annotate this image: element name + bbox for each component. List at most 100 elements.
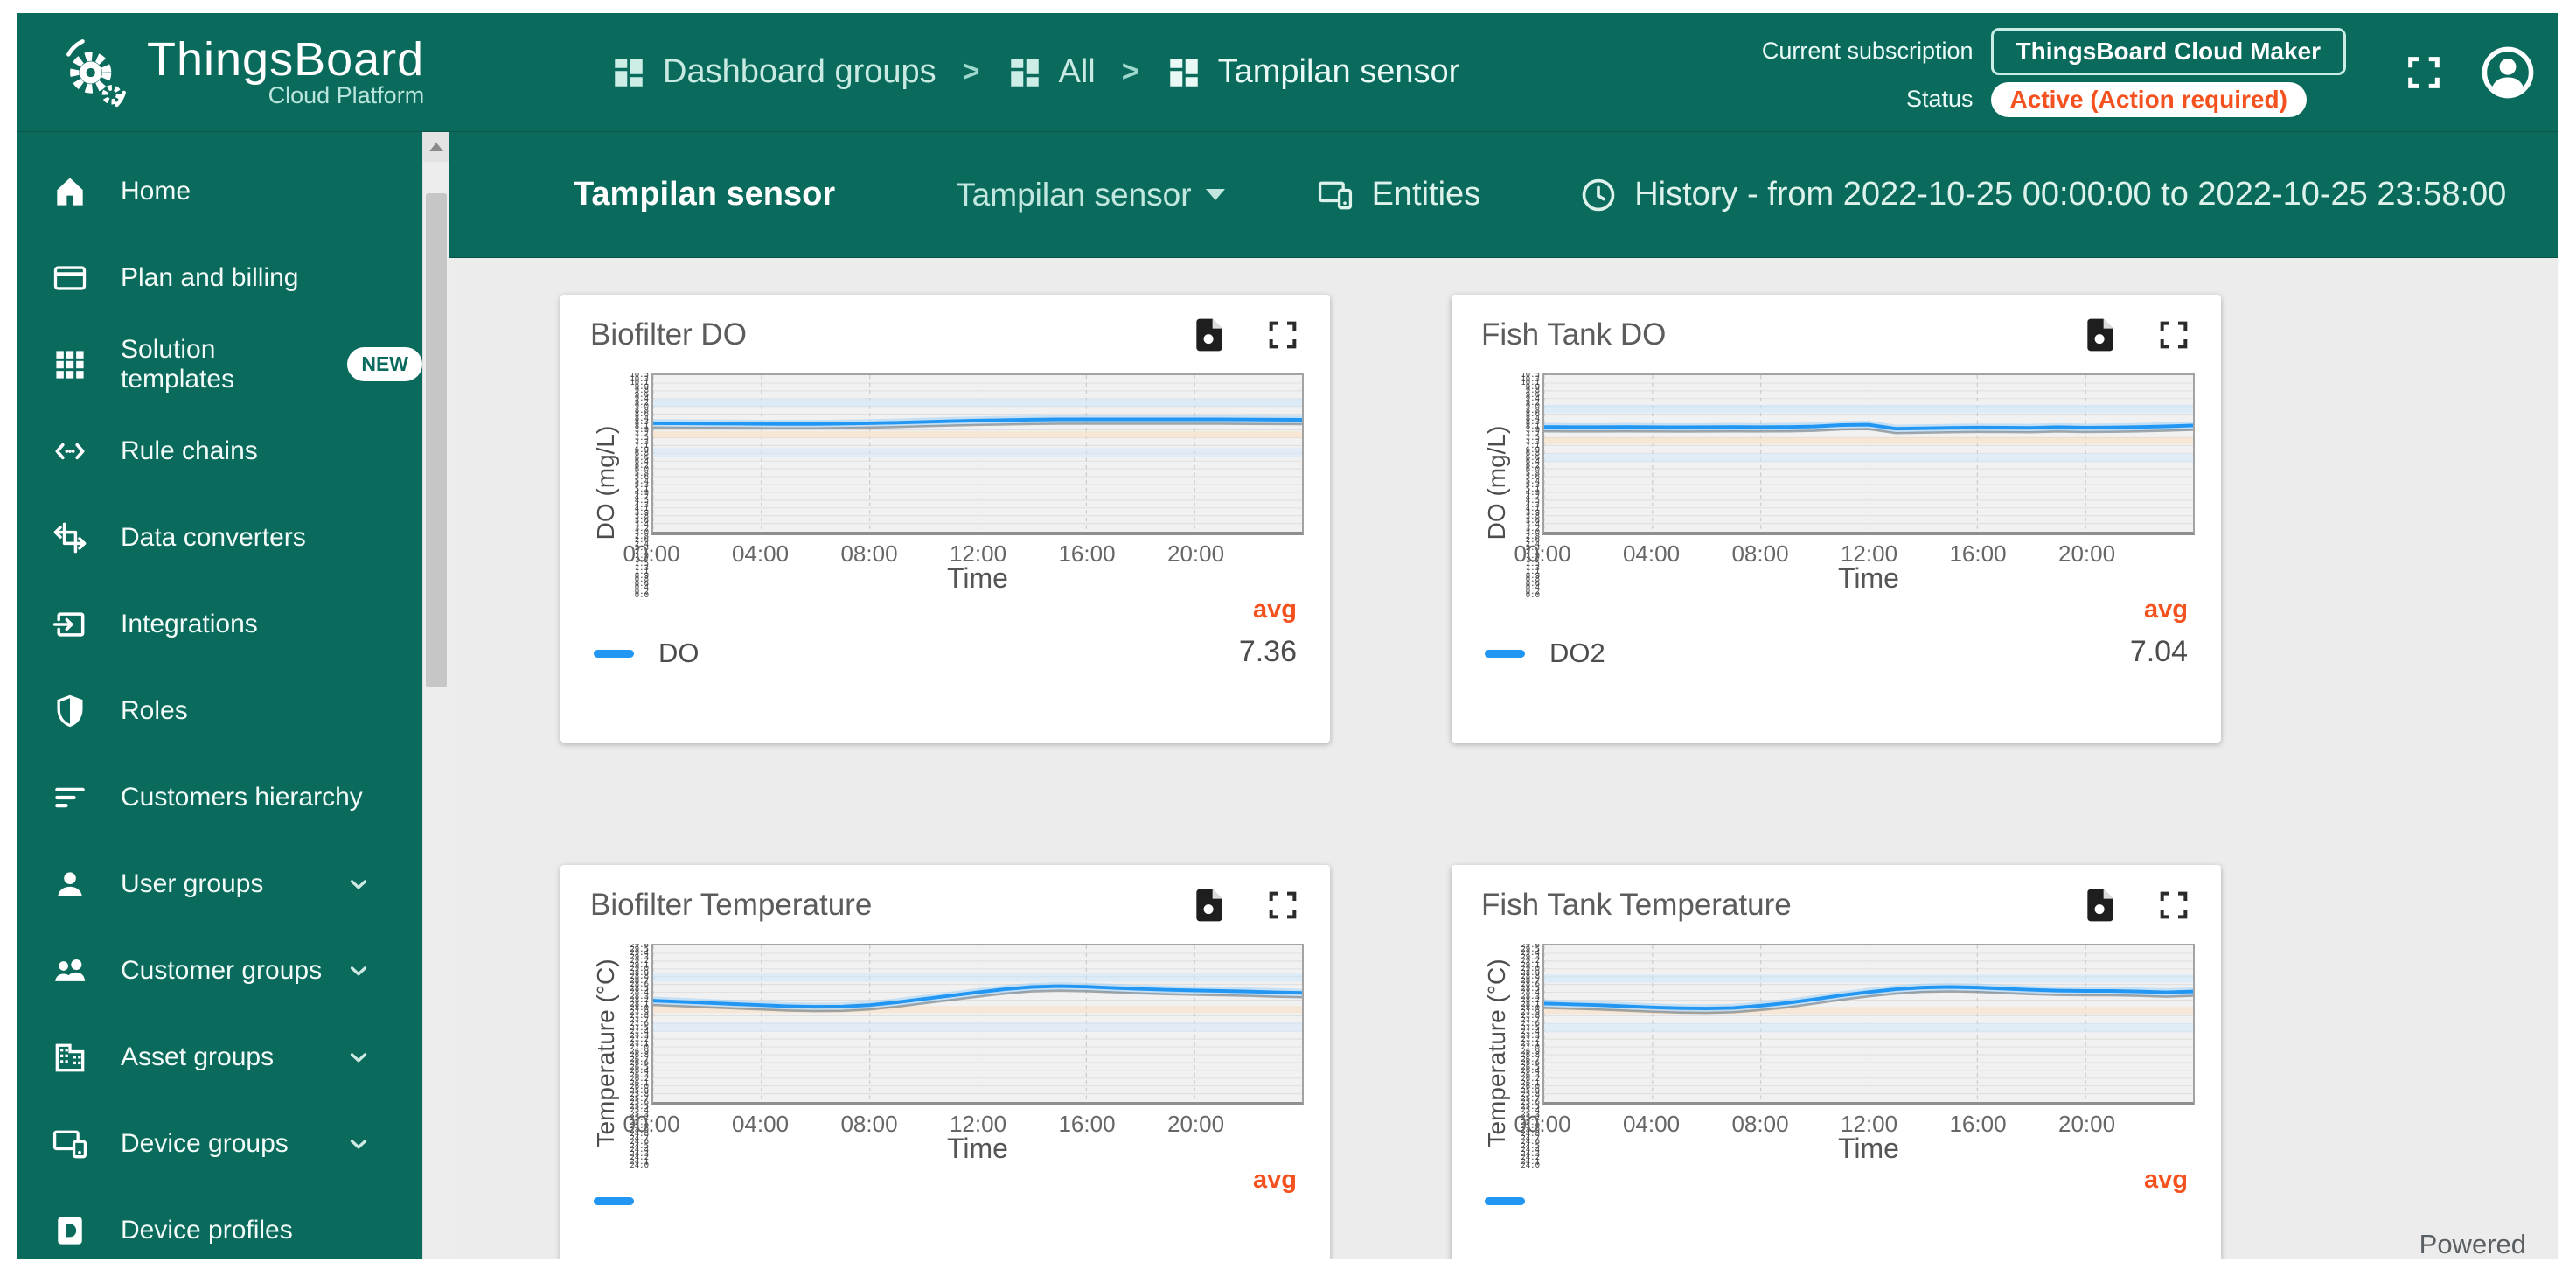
plot-canvas[interactable] [651,944,1304,1105]
home-icon [57,177,83,206]
x-tick-label: 04:00 [731,1110,790,1137]
chevron-down-icon[interactable] [345,1044,372,1070]
expand-widget-button[interactable] [1265,317,1300,352]
logo: ThingsBoard Cloud Platform [17,32,533,113]
plot-area: 00:00 04:00 08:00 12:00 16:00 20:00 Time [1514,373,2195,594]
sidebar-item-asset-groups[interactable]: Asset groups [17,1014,422,1100]
y-axis-label: Temperature (°C) [1483,959,1510,1147]
chart-legend: DO2 avg 7.04 [1478,596,2195,669]
x-tick-label: 20:00 [1166,1110,1225,1137]
main-area: Tampilan sensor Tampilan sensor Entities… [449,132,2558,1259]
scrollbar-up-arrow-icon[interactable] [423,132,449,162]
x-tick-label: 16:00 [1949,540,2007,567]
sidebar: Home Plan and billing Solution templates… [17,132,422,1259]
sidebar-item-roles[interactable]: Roles [17,667,422,754]
avg-value: 7.36 [1238,635,1297,668]
x-tick-label: 00:00 [623,1110,680,1137]
export-widget-button[interactable] [1190,316,1229,354]
sidebar-item-label: Solution templates [121,334,235,394]
status-label: Status [1905,86,1974,112]
sidebar-item-device-profiles[interactable]: Device profiles [17,1187,422,1259]
sidebar-item-label: Data converters [121,522,306,552]
widget-fish-tank-temperature: Fish Tank Temperature Temperature (°C) 2… [1452,865,2221,1259]
subscription-plan-button[interactable]: ThingsBoard Cloud Maker [1990,27,2346,75]
expand-widget-button[interactable] [2156,317,2191,352]
series-color-dash [594,649,634,658]
x-axis-ticks: 00:00 04:00 08:00 12:00 16:00 20:00 [623,1111,1304,1137]
breadcrumb-tampilan-sensor[interactable]: Tampilan sensor [1166,53,1459,91]
widget-actions [2081,316,2191,354]
sidebar-item-plan-and-billing[interactable]: Plan and billing [17,234,422,321]
asset-groups-icon [55,1043,85,1071]
timewindow-button[interactable]: History - from 2022-10-25 00:00:00 to 20… [1578,175,2506,215]
legend-series[interactable] [594,1197,658,1205]
legend-aggregation: avg [2144,1166,2188,1205]
sidebar-scrollbar[interactable] [422,132,449,1259]
chevron-down-icon[interactable] [345,1131,372,1157]
widget-title: Biofilter Temperature [590,888,873,922]
avg-label: avg [1253,596,1297,624]
user-avatar[interactable] [2481,45,2535,100]
powered-by-link[interactable]: Powered [2419,1229,2526,1259]
x-tick-label: 16:00 [1058,1110,1116,1137]
plot-canvas[interactable] [1542,373,2195,535]
sidebar-item-data-converters[interactable]: Data converters [17,494,422,581]
legend-series[interactable]: DO2 [1485,638,1605,669]
x-tick-label: 08:00 [840,540,898,567]
plot-area: 00:00 04:00 08:00 12:00 16:00 20:00 Time [623,373,1304,594]
legend-aggregation: avg [1253,1166,1297,1205]
plot-canvas[interactable] [651,373,1304,535]
caret-down-icon [1205,189,1225,200]
series-name: DO [658,638,700,668]
x-tick-label: 04:00 [731,540,790,567]
y-axis-label: DO (mg/L) [592,425,619,540]
widget-header: Fish Tank DO [1478,316,2195,356]
sidebar-item-home[interactable]: Home [17,148,422,234]
export-widget-button[interactable] [2081,886,2120,924]
legend-aggregation: avg 7.36 [1239,596,1297,669]
dashboard-state-select[interactable]: Tampilan sensor [956,177,1225,213]
sidebar-item-customers-hierarchy[interactable]: Customers hierarchy [17,754,422,840]
x-tick-label: 04:00 [1622,1110,1681,1137]
chevron-down-icon[interactable] [345,958,372,984]
export-widget-button[interactable] [2081,316,2120,354]
sidebar-item-integrations[interactable]: Integrations [17,581,422,667]
app-window: ThingsBoard Cloud Platform Dashboard gro… [17,13,2558,1259]
sidebar-item-label: Rule chains [121,436,258,465]
legend-series[interactable] [1485,1197,1549,1205]
widget-actions [2081,886,2191,924]
x-tick-label: 12:00 [1840,1110,1898,1137]
widget-header: Fish Tank Temperature [1478,886,2195,926]
plot-canvas[interactable] [1542,944,2195,1105]
x-tick-label: 00:00 [623,540,680,567]
sidebar-item-solution-templates[interactable]: Solution templates NEW [17,321,422,408]
plot-area: 00:00 04:00 08:00 12:00 16:00 20:00 Time [1514,944,2195,1164]
export-widget-button[interactable] [1190,886,1229,924]
expand-widget-button[interactable] [2156,888,2191,923]
sidebar-item-device-groups[interactable]: Device groups [17,1100,422,1187]
expand-widget-button[interactable] [1265,888,1300,923]
breadcrumb-all[interactable]: All [1006,53,1096,91]
legend-series[interactable]: DO [594,638,700,669]
fullscreen-button[interactable] [2404,52,2444,93]
entities-button[interactable]: Entities [1316,176,1481,214]
scrollbar-thumb[interactable] [426,193,447,687]
breadcrumb-label: All [1058,53,1096,90]
chevron-down-icon[interactable] [345,871,372,897]
series-color-dash [1485,1197,1525,1205]
sidebar-item-label: Customer groups [121,955,323,985]
file-export-icon [2087,318,2113,352]
x-axis-ticks: 00:00 04:00 08:00 12:00 16:00 20:00 [623,540,1304,567]
logo-title: ThingsBoard [147,32,425,86]
status-badge[interactable]: Active (Action required) [1990,81,2307,117]
sidebar-item-user-groups[interactable]: User groups [17,840,422,927]
chart-legend: avg [587,1166,1304,1205]
fullscreen-icon [2408,56,2440,88]
dashboard-icon [615,58,643,87]
sidebar-item-customer-groups[interactable]: Customer groups [17,927,422,1014]
breadcrumb-dashboard-groups[interactable]: Dashboard groups [610,53,936,91]
sidebar-item-rule-chains[interactable]: Rule chains [17,408,422,494]
entities-label: Entities [1371,176,1481,213]
dashboard-toolbar: Tampilan sensor Tampilan sensor Entities… [449,132,2558,258]
device-groups-icon [52,1130,87,1158]
